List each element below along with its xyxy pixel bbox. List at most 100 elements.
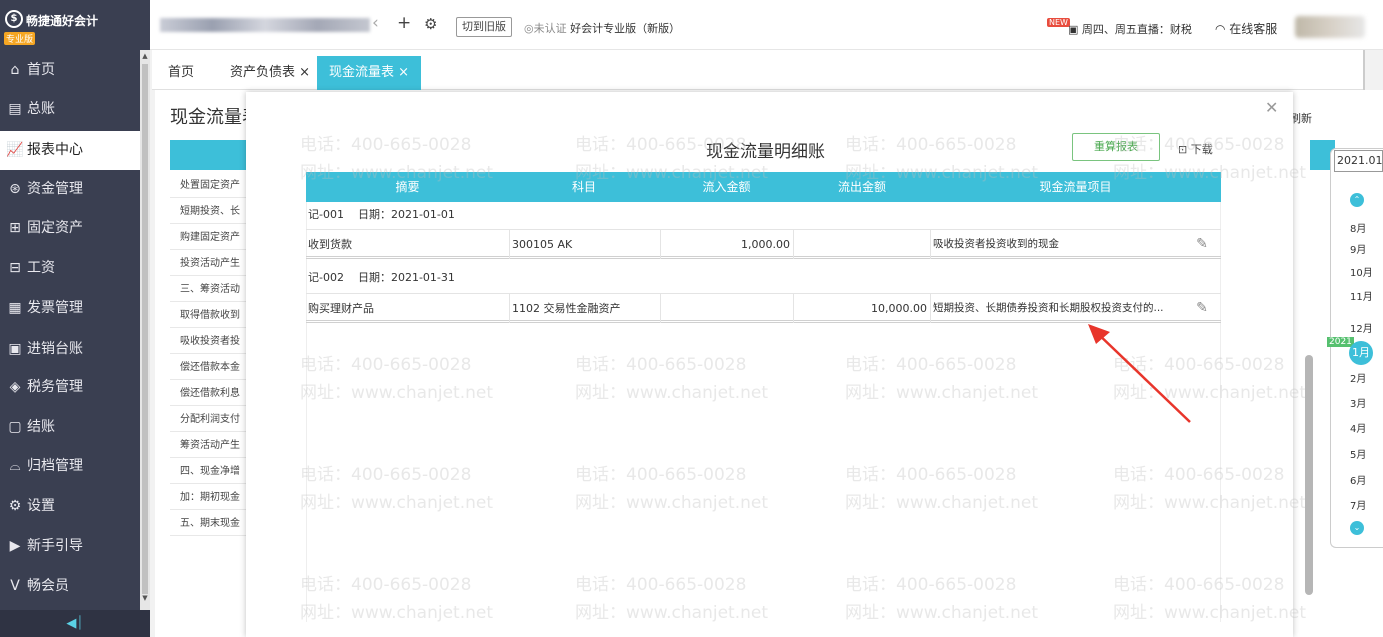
list-item: 偿还借款本金 [170, 355, 248, 380]
sidebar-item-home[interactable]: ⌂ 首页 [0, 51, 140, 90]
new-badge: NEW [1047, 18, 1070, 27]
month-option[interactable]: 12月 [1350, 320, 1373, 335]
sidebar-item-invoice[interactable]: ▦ 发票管理 [0, 289, 140, 328]
sidebar-item-guide[interactable]: ▶ 新手引导 [0, 527, 140, 566]
list-item: 取得借款收到 [170, 303, 248, 328]
scroll-up-icon[interactable]: ▲ [140, 52, 150, 60]
sidebar-item-ledger[interactable]: ▤ 总账 [0, 90, 140, 129]
sidebar-item-salary[interactable]: ⊟ 工资 [0, 249, 140, 288]
row-inflow [660, 294, 794, 323]
month-option[interactable]: 10月 [1350, 264, 1373, 279]
tab-bar: 首页 资产负债表 × 现金流量表 × [152, 50, 1365, 90]
sidebar-item-archive[interactable]: ⌓ 归档管理 [0, 447, 140, 486]
guide-icon: ▶ [9, 538, 21, 554]
voucher-number: 记-001 [308, 208, 344, 221]
month-option[interactable]: 11月 [1350, 288, 1373, 303]
top-bar: $ 畅捷通好会计 专业版 ‹ + ⚙ 切到旧版 ◎未认证 好会计专业版（新版） … [0, 0, 1383, 50]
ledger-icon: ▤ [8, 101, 22, 117]
tab-divider [1363, 50, 1365, 90]
money-icon: ⊛ [9, 181, 21, 197]
company-name-blurred[interactable] [160, 18, 370, 32]
month-option[interactable]: 4月 [1350, 420, 1366, 435]
close-icon[interactable]: ✕ [1265, 98, 1278, 117]
voucher-header: 记-001 日期：2021-01-01 [308, 204, 455, 226]
sidebar-item-member[interactable]: V 畅会员 [0, 567, 140, 606]
collapse-icon: ◀⏐ [66, 616, 84, 631]
live-broadcast-link[interactable]: ▣ 周四、周五直播：财税 [1068, 21, 1192, 37]
sidebar-item-fixed-assets[interactable]: ⊞ 固定资产 [0, 209, 140, 248]
download-button[interactable]: ⊡ 下载 [1178, 141, 1213, 157]
row-inflow: 1,000.00 [660, 230, 794, 259]
tab-cash-flow[interactable]: 现金流量表 × [317, 56, 422, 90]
year-tag: 2021 [1327, 337, 1354, 347]
sidebar-item-inventory[interactable]: ▣ 进销台账 [0, 330, 140, 369]
chevron-down-icon[interactable]: ‹ [372, 13, 379, 33]
annotation-arrow [1088, 324, 1191, 423]
add-icon[interactable]: + [397, 13, 411, 33]
inventory-icon: ▣ [8, 341, 22, 357]
month-option[interactable]: 3月 [1350, 395, 1366, 410]
row-outflow: 10,000.00 [871, 302, 927, 315]
headset-icon: ◠ [1215, 22, 1230, 36]
sidebar-item-settings[interactable]: ⚙ 设置 [0, 487, 140, 526]
row-summary: 购买理财产品 [308, 302, 374, 315]
table-row: 购买理财产品 1102 交易性金融资产 10,000.00 短期投资、长期债券投… [306, 293, 1221, 323]
column-summary: 摘要 [395, 180, 420, 194]
row-account: 300105 AK [509, 230, 659, 259]
member-icon: V [10, 578, 20, 594]
column-inflow: 流入金额 [702, 180, 751, 194]
column-outflow: 流出金额 [837, 180, 886, 194]
tax-icon: ◈ [9, 379, 21, 395]
month-option[interactable]: 9月 [1350, 241, 1366, 256]
chart-icon: 📈 [6, 142, 24, 158]
tab-home[interactable]: 首页 [168, 56, 194, 90]
gear-icon[interactable]: ⚙ [424, 15, 437, 33]
edit-icon[interactable]: ✎ [1192, 230, 1212, 259]
month-option[interactable]: 6月 [1350, 472, 1366, 487]
asset-icon: ⊞ [9, 220, 21, 236]
scrollbar-thumb[interactable] [142, 64, 148, 594]
recalculate-report-button[interactable]: 重算报表 [1072, 133, 1160, 161]
sidebar-item-reports[interactable]: 📈 报表中心 [0, 131, 140, 170]
month-option[interactable]: 7月 [1350, 497, 1366, 512]
invoice-icon: ▦ [8, 300, 22, 316]
arrow-shaft [1093, 329, 1191, 423]
sidebar-scrollbar[interactable]: ▲ ▼ [140, 50, 150, 610]
list-item: 购建固定资产 [170, 225, 248, 250]
tab-balance-sheet[interactable]: 资产负债表 × [230, 56, 310, 90]
salary-icon: ⊟ [9, 260, 21, 276]
certification-status[interactable]: ◎未认证 好会计专业版（新版） [524, 20, 680, 36]
voucher-header: 记-002 日期：2021-01-31 [308, 267, 455, 289]
sidebar-item-tax[interactable]: ◈ 税务管理 [0, 368, 140, 407]
row-outflow [794, 230, 929, 259]
month-option[interactable]: 2月 [1350, 370, 1366, 385]
switch-old-version-button[interactable]: 切到旧版 [456, 17, 512, 37]
month-option[interactable]: 8月 [1350, 220, 1366, 235]
list-item: 短期投资、长 [170, 199, 248, 224]
sidebar: ⌂ 首页 ▤ 总账 📈 报表中心 ⊛ 资金管理 ⊞ 固定资产 ⊟ 工资 ▦ 发票管理 ▣ 进销台… [0, 50, 150, 637]
row-cash-flow-item: 短期投资、长期债券投资和长期股权投资支付的... [930, 294, 1185, 323]
edition-badge: 专业版 [4, 32, 36, 45]
refresh-button[interactable]: 刷新 [1290, 110, 1312, 126]
column-cash-flow-item: 现金流量项目 [1039, 180, 1112, 194]
collapse-sidebar-button[interactable]: ◀⏐ [0, 610, 150, 637]
list-item: 五、期末现金 [170, 511, 248, 536]
month-option[interactable]: 5月 [1350, 446, 1366, 461]
logo-text: 畅捷通好会计 [26, 14, 99, 28]
list-item: 四、现金净增 [170, 459, 248, 484]
month-option[interactable]: 1月 [1349, 341, 1373, 365]
sidebar-item-funds[interactable]: ⊛ 资金管理 [0, 170, 140, 209]
gear-icon: ⚙ [8, 498, 22, 514]
scroll-down-icon[interactable]: ▼ [140, 594, 150, 602]
period-value[interactable]: 2021.01 [1334, 150, 1383, 172]
page-scrollbar[interactable] [1305, 355, 1313, 595]
list-item: 三、筹资活动 [170, 277, 248, 302]
online-service-button[interactable]: ◠ 在线客服 [1215, 20, 1277, 37]
chevron-up-icon[interactable]: ⌃ [1350, 193, 1364, 207]
logo[interactable]: $ 畅捷通好会计 专业版 [0, 0, 150, 50]
edit-icon[interactable]: ✎ [1192, 294, 1212, 323]
row-account: 1102 交易性金融资产 [509, 294, 659, 323]
avatar[interactable] [1295, 16, 1365, 38]
chevron-down-icon[interactable]: ⌄ [1350, 521, 1364, 535]
sidebar-item-close-books[interactable]: ▢ 结账 [0, 408, 140, 447]
